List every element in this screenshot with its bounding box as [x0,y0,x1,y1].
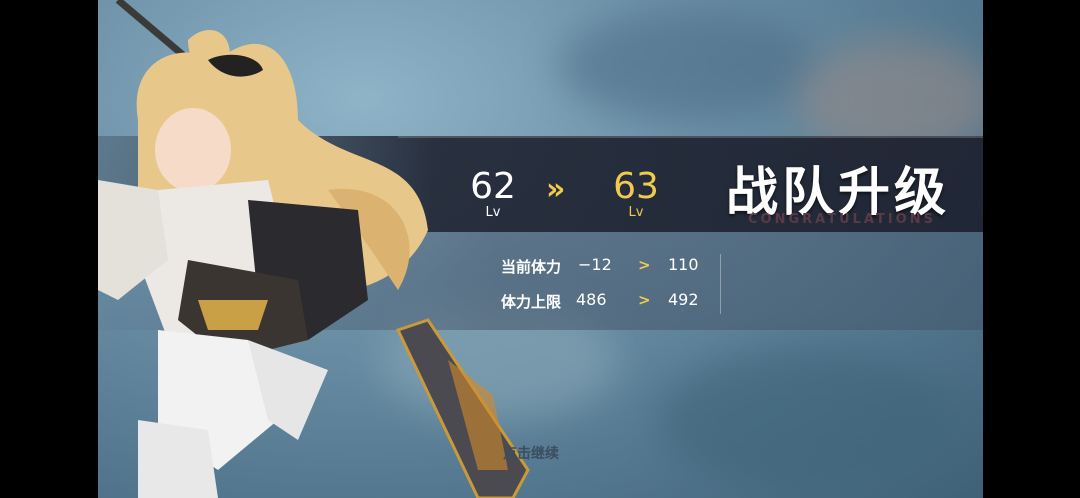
stat-from-value: 486 [576,290,607,309]
level-arrow-icon: » [546,172,566,207]
stat-to-value: 492 [668,290,699,309]
stats-divider [720,254,721,314]
stat-label: 体力上限 [501,293,562,311]
new-level-unit: Lv [628,205,644,220]
stat-arrow-icon: > [638,256,651,274]
new-level: 63 Lv [606,168,666,220]
stat-label: 当前体力 [501,258,562,276]
background-blur [658,350,958,490]
level-up-screen[interactable]: 62 Lv » 63 Lv 战队升级 CONGRATULATIONS 当前体力 … [98,0,983,498]
new-level-value: 63 [613,166,659,207]
tap-to-continue-hint[interactable]: 点击继续 [503,443,559,463]
stat-to-value: 110 [668,255,699,274]
character-illustration [98,0,530,498]
current-level: 62 Lv [463,168,523,220]
stat-arrow-icon: > [638,291,651,309]
stat-from-value: −12 [578,255,612,274]
page-subtitle: CONGRATULATIONS [748,212,936,227]
current-level-value: 62 [470,166,516,207]
current-level-unit: Lv [485,205,501,220]
